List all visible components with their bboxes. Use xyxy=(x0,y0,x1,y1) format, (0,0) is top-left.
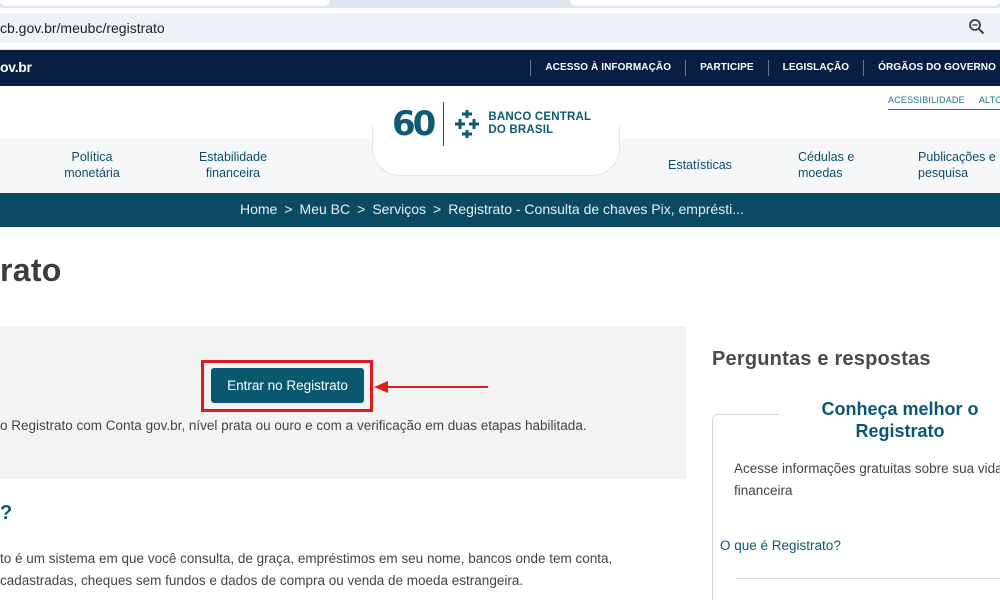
link-o-que-e-registrato[interactable]: O que é Registrato? xyxy=(720,538,841,553)
nav-label-line1: Política xyxy=(71,150,113,164)
breadcrumb-separator: > xyxy=(433,201,442,217)
link-alto-contraste[interactable]: ALTO xyxy=(979,95,1000,105)
enter-registrato-button[interactable]: Entrar no Registrato xyxy=(211,368,364,403)
faq-title: Perguntas e respostas xyxy=(712,348,931,370)
card-title: Conheça melhor o Registrato xyxy=(821,399,979,441)
browser-tab-strip xyxy=(0,0,1000,8)
breadcrumb: Home > Meu BC > Serviços > Registrato - … xyxy=(0,193,1000,227)
annotation-arrow-icon xyxy=(374,381,488,393)
breadcrumb-meu-bc[interactable]: Meu BC xyxy=(300,201,351,217)
browser-tab[interactable] xyxy=(0,0,330,6)
gov-br-links: ACESSO À INFORMAÇÃO PARTICIPE LEGISLAÇÃO… xyxy=(530,50,996,86)
bcb-emblem-icon xyxy=(455,110,480,138)
nav-label-line2: financeira xyxy=(205,166,261,180)
nav-politica-monetaria[interactable]: Política monetária xyxy=(62,149,122,181)
bcb-name-line2: DO BRASIL xyxy=(488,124,554,136)
zoom-icon[interactable] xyxy=(968,18,986,36)
nav-publicacoes-pesquisa[interactable]: Publicações e pesquisa xyxy=(918,149,996,181)
nav-estatisticas[interactable]: Estatísticas xyxy=(668,157,732,173)
nav-cedulas-moedas[interactable]: Cédulas e moedas xyxy=(798,149,854,181)
url-text[interactable]: cb.gov.br/meubc/registrato xyxy=(0,20,165,36)
card-divider xyxy=(736,578,1000,579)
browser-tab[interactable] xyxy=(570,0,1000,6)
link-acessibilidade[interactable]: ACESSIBILIDADE xyxy=(888,95,965,105)
breadcrumb-separator: > xyxy=(357,201,366,217)
accessibility-links: ACESSIBILIDADE ALTO xyxy=(888,95,1000,110)
nav-label-line1: Estabilidade xyxy=(198,150,268,164)
nav-label-line1: Publicações e xyxy=(918,150,996,164)
card-text: Acesse informações gratuitas sobre sua v… xyxy=(734,461,1000,498)
browser-address-bar: cb.gov.br/meubc/registrato xyxy=(0,8,1000,50)
logo-divider xyxy=(443,102,445,146)
breadcrumb-separator: > xyxy=(284,201,293,217)
breadcrumb-current: Registrato - Consulta de chaves Pix, emp… xyxy=(448,201,744,217)
link-orgaos-governo[interactable]: ÓRGÃOS DO GOVERNO xyxy=(863,60,996,76)
breadcrumb-servicos[interactable]: Serviços xyxy=(372,201,426,217)
link-participe[interactable]: PARTICIPE xyxy=(685,60,768,76)
link-legislacao[interactable]: LEGISLAÇÃO xyxy=(767,60,864,76)
login-requirements-text: o Registrato com Conta gov.br, nível pra… xyxy=(0,418,587,433)
nav-label-line1: Cédulas e xyxy=(798,150,855,164)
page-title: rato xyxy=(0,252,62,288)
nav-label-line2: monetária xyxy=(64,166,120,180)
bcb-logo[interactable]: 60 BANCO CENTRAL DO BRASIL xyxy=(392,102,591,146)
nav-estabilidade-financeira[interactable]: Estabilidade financeira xyxy=(196,149,270,181)
sixty-years-mark: 60 xyxy=(392,104,436,144)
link-acesso-informacao[interactable]: ACESSO À INFORMAÇÃO xyxy=(530,60,685,76)
breadcrumb-trail: Home > Meu BC > Serviços > Registrato - … xyxy=(240,201,744,217)
description-line2: cadastradas, cheques sem fundos e dados … xyxy=(0,573,524,588)
page-root: cb.gov.br/meubc/registrato ov.br ACESSO … xyxy=(0,0,1000,600)
bcb-name-line1: BANCO CENTRAL xyxy=(488,111,592,123)
gov-br-bar: ov.br ACESSO À INFORMAÇÃO PARTICIPE LEGI… xyxy=(0,50,1000,86)
registrato-description: to é um sistema em que você consulta, de… xyxy=(0,548,680,592)
description-line1: to é um sistema em que você consulta, de… xyxy=(0,551,613,566)
nav-label-line2: pesquisa xyxy=(918,166,969,180)
gov-br-logo[interactable]: ov.br xyxy=(0,59,32,75)
nav-label-line2: moedas xyxy=(798,166,843,180)
section-question-title: ? xyxy=(0,502,13,524)
breadcrumb-home[interactable]: Home xyxy=(240,201,277,217)
nav-label-line1: Estatísticas xyxy=(668,158,732,172)
bcb-name: BANCO CENTRAL DO BRASIL xyxy=(488,111,591,137)
